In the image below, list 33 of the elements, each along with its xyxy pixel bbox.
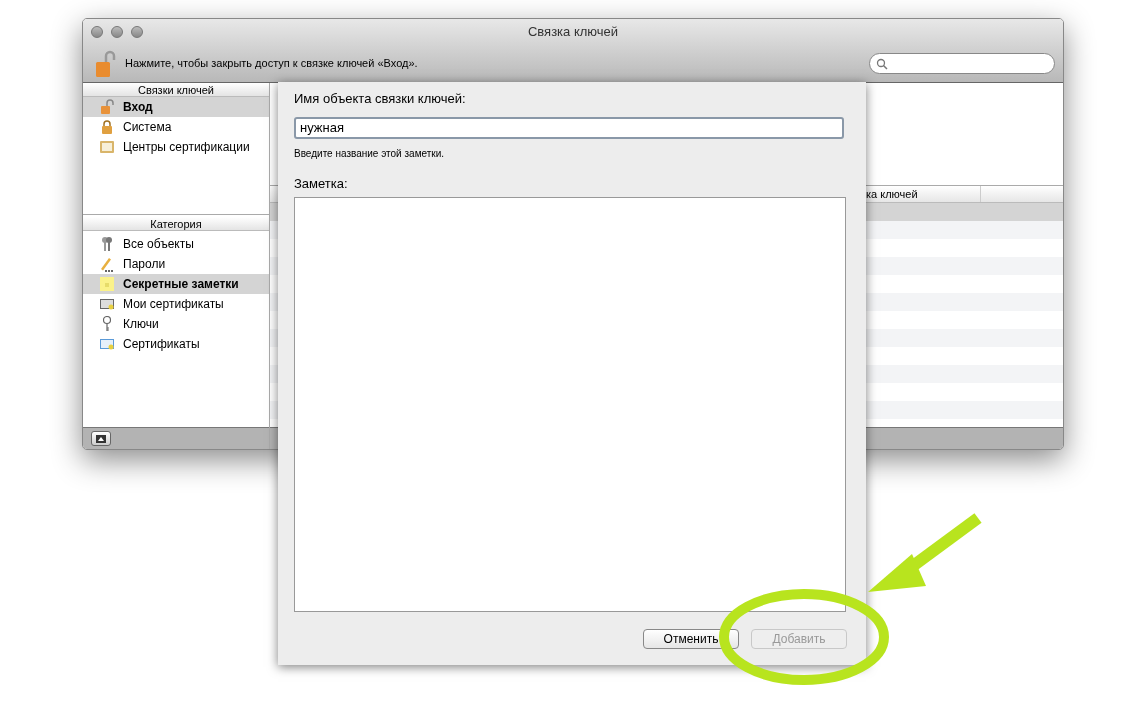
note-icon [99,276,115,292]
sidebar-item[interactable]: Ключи [83,314,269,334]
hint-text: Введите название этой заметки. [294,146,446,161]
window-control-button[interactable] [91,26,103,38]
padlock-icon [99,119,115,135]
sidebar-item[interactable]: Пароли [83,254,269,274]
section-header: Категория [83,217,269,231]
lock-message: Нажмите, чтобы закрыть доступ к связке ключей «Вход». [125,56,418,72]
field-label: Имя объекта связки ключей: [294,90,467,108]
window-control-button[interactable] [131,26,143,38]
certificate-icon [99,296,115,312]
section-header: Связки ключей [83,83,269,97]
certificate-icon [99,336,115,352]
keys-icon [99,236,115,252]
sidebar-item[interactable]: Мои сертификаты [83,294,269,314]
search-icon [876,57,888,70]
sidebar-item[interactable]: Секретные заметки [83,274,269,294]
sidebar-item[interactable]: Все объекты [83,234,269,254]
sidebar-item[interactable]: Система [83,117,269,137]
sidebar-item[interactable]: Вход [83,97,269,117]
window-control-button[interactable] [111,26,123,38]
search-field[interactable] [869,53,1055,74]
sidebar-item[interactable]: Центры сертификации [83,137,269,157]
sidebar-item[interactable]: Сертификаты [83,334,269,354]
pencil-icon [99,256,115,272]
window-title: Связка ключей [527,23,619,42]
field-label: Заметка: [294,174,349,193]
triangle-icon [96,434,106,443]
padlock-icon[interactable] [95,49,117,78]
show-info-button[interactable] [91,431,111,446]
input-field[interactable]: нужная [294,116,844,139]
cabinet-icon [99,139,115,155]
padlock-icon [99,99,115,115]
